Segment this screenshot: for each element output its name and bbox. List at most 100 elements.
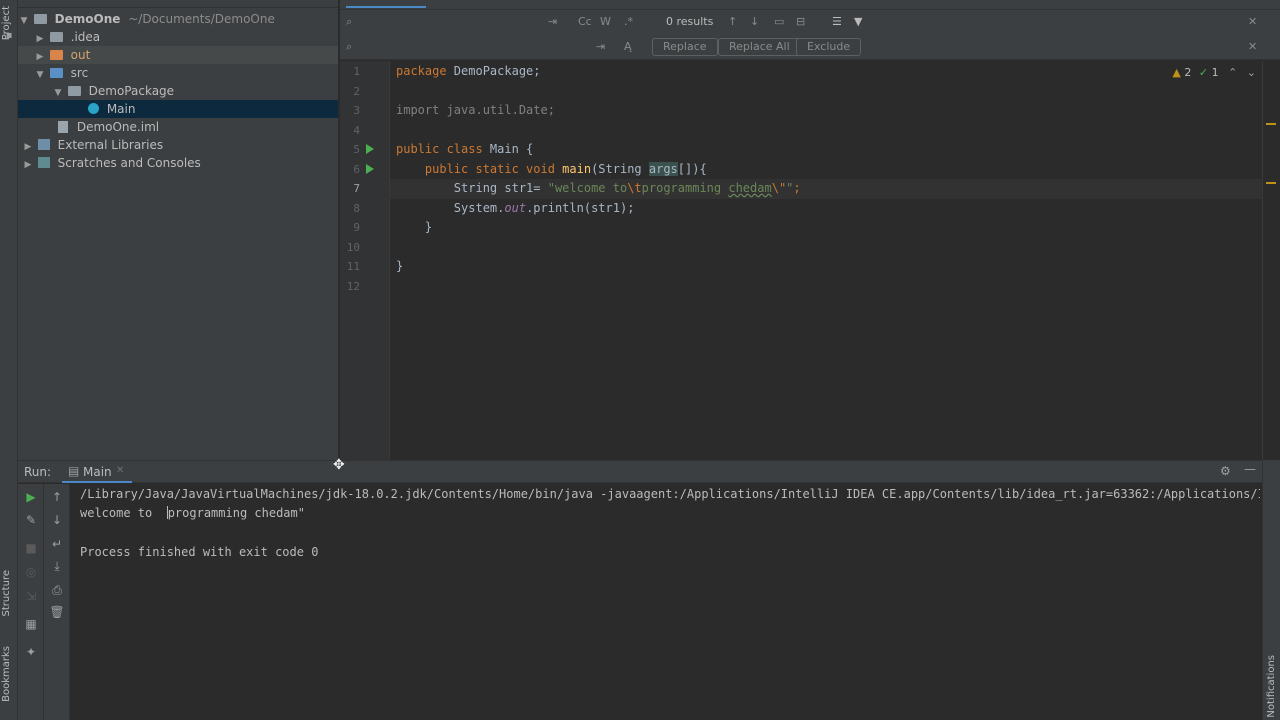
project-path: ~/Documents/DemoOne — [128, 12, 275, 26]
notifications-tool-label[interactable]: Notifications — [1266, 655, 1277, 718]
filter-icon[interactable]: ▼ — [854, 15, 862, 28]
replace-all-button[interactable]: Replace All — [718, 38, 801, 56]
search-icon[interactable]: ⌕ — [346, 15, 352, 29]
tree-item-label: External Libraries — [57, 138, 164, 152]
structure-tool-label[interactable]: Structure — [1, 570, 12, 617]
code-line-1: package DemoPackage; — [396, 62, 541, 81]
close-icon[interactable]: ✕ — [1248, 15, 1257, 28]
run-class-icon[interactable] — [366, 144, 374, 154]
pin-icon[interactable]: ✦ — [23, 644, 39, 660]
line-number: 8 — [353, 202, 360, 215]
words-toggle[interactable]: W — [600, 15, 611, 28]
tree-item-iml[interactable]: DemoOne.iml — [18, 118, 338, 136]
folder-icon[interactable]: ▪ — [3, 30, 15, 42]
gear-icon[interactable]: ⚙ — [1220, 464, 1231, 478]
sort-icon[interactable]: ☰ — [832, 15, 842, 28]
console-line-output: welcome to programming chedam" — [80, 504, 305, 523]
rerun-icon[interactable]: ▶ — [23, 489, 39, 505]
preserve-case-icon[interactable]: Ą — [624, 40, 632, 53]
tree-item-src[interactable]: ▼ src — [18, 64, 338, 82]
stop-icon[interactable]: ■ — [23, 540, 39, 556]
run-header: Run: ▤ Main ✕ ⚙ — — [18, 461, 1280, 483]
line-number: 10 — [346, 241, 360, 254]
code-line-9: } — [396, 220, 433, 234]
filter-options-icon[interactable]: ⊟ — [796, 15, 805, 28]
tree-item-demopackage[interactable]: ▼ DemoPackage — [18, 82, 338, 100]
tree-item-label: DemoPackage — [88, 84, 175, 98]
code-line-3: import java.util.Date; — [396, 103, 555, 117]
close-tab-icon[interactable]: ✕ — [116, 465, 124, 476]
scratches-icon — [37, 157, 50, 168]
print-icon[interactable]: ⎙ — [49, 582, 65, 598]
minimize-icon[interactable]: — — [1244, 462, 1256, 476]
tree-item-label: Scratches and Consoles — [57, 156, 201, 170]
line-number: 11 — [346, 260, 360, 273]
match-case-toggle[interactable]: Cc — [578, 15, 592, 28]
inspection-widget[interactable]: ▲ 2 ✓ 1 ⌃ ⌄ — [1172, 66, 1256, 79]
close-replace-icon[interactable]: ✕ — [1248, 40, 1257, 53]
semicolon: ; — [793, 181, 801, 195]
run-main-icon[interactable] — [366, 164, 374, 174]
tree-item-out[interactable]: ▶ out — [18, 46, 338, 64]
exit-icon[interactable]: ⇲ — [23, 588, 39, 604]
replace-search-icon[interactable]: ⌕ — [346, 40, 352, 54]
code-area[interactable]: package DemoPackage; import java.util.Da… — [396, 61, 1256, 460]
new-line-icon[interactable]: ⇥ — [596, 40, 605, 53]
error-stripe[interactable] — [1262, 61, 1280, 460]
tree-item-label: Main — [106, 102, 136, 116]
arrow-up-icon[interactable]: ↑ — [728, 15, 737, 28]
code-text: System. — [396, 201, 505, 215]
line-number: 6 — [353, 163, 360, 176]
chevron-right-icon[interactable]: ▶ — [22, 156, 34, 174]
chevron-up-icon[interactable]: ⌃ — [1228, 66, 1237, 79]
tree-item-external-libraries[interactable]: ▶ External Libraries — [18, 136, 338, 154]
scroll-to-end-icon[interactable]: ⤓ — [49, 558, 65, 574]
tree-item-label: DemoOne — [54, 12, 121, 26]
camera-icon[interactable]: ◎ — [23, 564, 39, 580]
source-folder-icon — [49, 68, 63, 78]
line-number: 12 — [346, 280, 360, 293]
arrow-down-icon[interactable]: ↓ — [750, 15, 759, 28]
warning-marker[interactable] — [1266, 182, 1276, 184]
arrow-down-icon[interactable]: ↓ — [49, 512, 65, 528]
package-icon — [67, 86, 81, 96]
layout-icon[interactable]: ▦ — [23, 616, 39, 632]
tree-item-idea[interactable]: ▶ .idea — [18, 28, 338, 46]
select-all-occurrences-icon[interactable]: ▭ — [774, 15, 784, 28]
code-text: DemoPackage; — [446, 64, 541, 78]
tree-item-main[interactable]: Main — [18, 100, 338, 118]
keyword: package — [396, 64, 447, 78]
warning-marker[interactable] — [1266, 123, 1276, 125]
code-text: .println(str1); — [526, 201, 635, 215]
tree-item-label: .idea — [70, 30, 101, 44]
editor-tab-bar — [340, 0, 1280, 10]
bookmarks-tool-label[interactable]: Bookmarks — [1, 646, 12, 702]
exclude-button[interactable]: Exclude — [796, 38, 862, 56]
left-tool-strip: Project ▪ Structure Bookmarks — [0, 0, 18, 720]
run-tab-main[interactable]: Main — [83, 465, 112, 479]
active-run-tab-underline — [62, 481, 132, 483]
line-number: 2 — [353, 85, 360, 98]
java-class-icon — [88, 103, 99, 114]
line-number-active: 7 — [353, 182, 360, 195]
string-literal: "welcome to — [547, 181, 628, 195]
chevron-down-icon[interactable]: ⌄ — [1247, 66, 1256, 79]
tree-item-scratches[interactable]: ▶ Scratches and Consoles — [18, 154, 338, 172]
code-text: (String — [591, 162, 649, 176]
ok-count: 1 — [1211, 66, 1219, 79]
string-literal: programming — [641, 181, 729, 195]
regex-toggle[interactable]: .* — [624, 15, 633, 28]
arrow-up-icon[interactable]: ↑ — [49, 489, 65, 505]
move-cursor-icon: ✥ — [333, 457, 345, 473]
replace-button[interactable]: Replace — [652, 38, 718, 56]
wrench-icon[interactable]: ✎ — [23, 512, 39, 528]
run-toolbar-primary: ▶ ✎ ■ ◎ ⇲ ▦ ✦ — [18, 484, 44, 720]
run-toolbar-secondary: ↑ ↓ ↵ ⤓ ⎙ 🗑 — [44, 484, 70, 720]
warning-icon: ▲ — [1172, 66, 1181, 79]
excluded-folder-icon — [49, 50, 63, 60]
trash-icon[interactable]: 🗑 — [49, 604, 65, 620]
replace-row: ⌕ ⇥ Ą Replace Replace All Exclude ✕ — [340, 35, 1280, 60]
new-line-icon[interactable]: ⇥ — [548, 15, 557, 28]
soft-wrap-icon[interactable]: ↵ — [49, 536, 65, 552]
tree-item-demoone[interactable]: ▼ DemoOne ~/Documents/DemoOne — [18, 10, 338, 28]
